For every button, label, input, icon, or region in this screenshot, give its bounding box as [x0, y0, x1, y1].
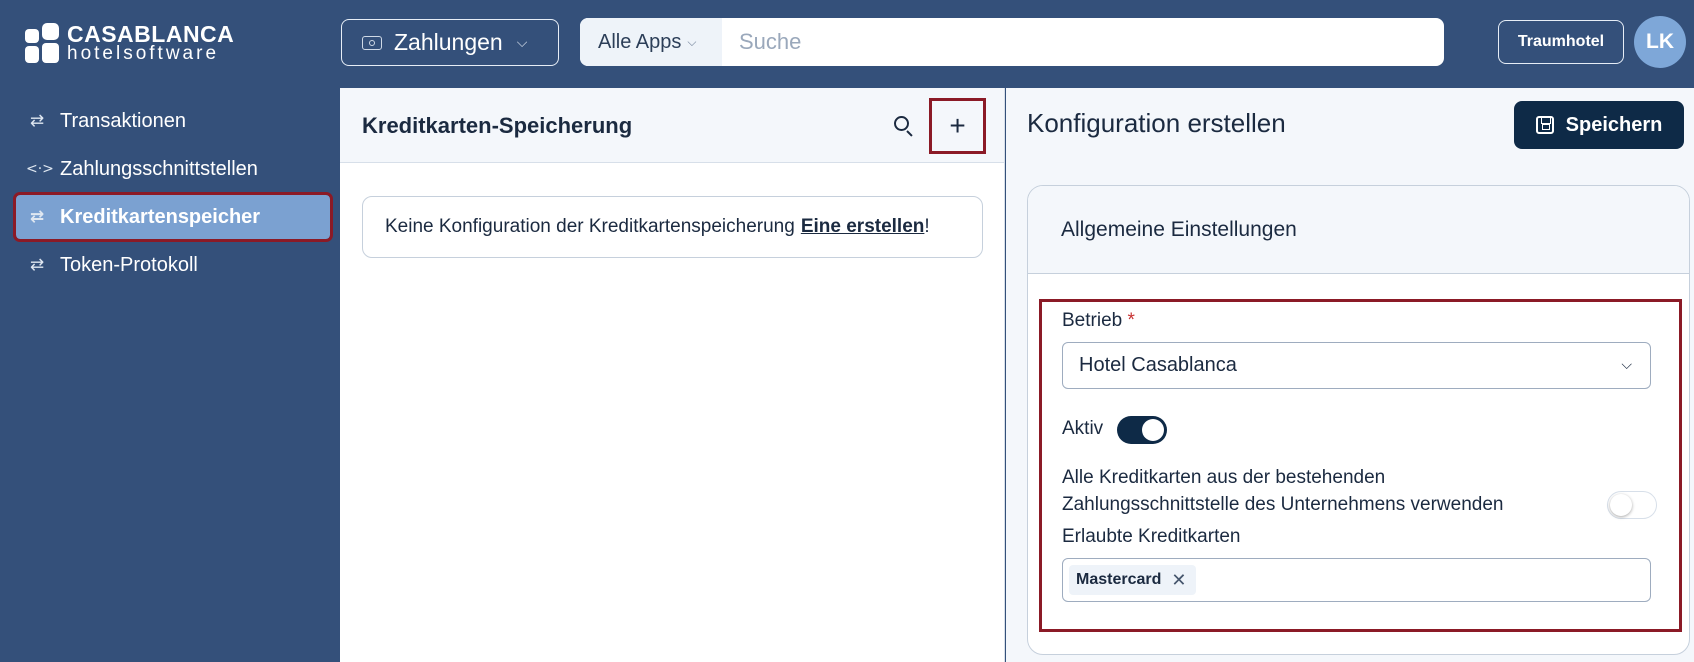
empty-state-suffix: !	[924, 216, 930, 237]
sidebar-item-token-protokoll[interactable]: ⇄ Token-Protokoll	[16, 243, 330, 287]
sidebar-item-kreditkartenspeicher[interactable]: ⇄ Kreditkartenspeicher	[13, 192, 333, 242]
top-bar: CASABLANCA hotelsoftware Zahlungen ⌵ All…	[0, 0, 1694, 88]
casablanca-logo[interactable]: CASABLANCA hotelsoftware	[25, 22, 234, 64]
form-panel-title: Konfiguration erstellen	[1027, 108, 1286, 138]
app-switcher-dropdown[interactable]: Zahlungen ⌵	[341, 19, 559, 66]
hotel-switch-button[interactable]: Traumhotel	[1498, 20, 1624, 64]
sidebar-item-label: Token-Protokoll	[60, 253, 198, 276]
aktiv-label: Aktiv	[1062, 418, 1104, 439]
allowed-cards-label: Erlaubte Kreditkarten	[1062, 526, 1241, 547]
arrows-swap-icon: ⇄	[29, 207, 45, 227]
search-scope-label: Alle Apps	[598, 30, 682, 53]
chevron-down-icon: ⌵	[1621, 356, 1632, 372]
search-input[interactable]	[722, 18, 1444, 66]
code-brackets-icon: <·>	[26, 161, 54, 177]
sidebar-item-label: Zahlungsschnittstellen	[60, 157, 258, 180]
arrows-swap-icon: ⇄	[29, 255, 45, 275]
chevron-down-icon: ⌵	[687, 34, 697, 49]
form-panel: Konfiguration erstellen Speichern Allgem…	[1006, 88, 1694, 662]
empty-state-text: Keine Konfiguration der Kreditkartenspei…	[385, 216, 795, 237]
arrows-swap-icon: ⇄	[29, 111, 45, 131]
betrieb-select[interactable]: Hotel Casablanca ⌵	[1062, 342, 1651, 389]
chevron-down-icon: ⌵	[516, 34, 528, 50]
card-header: Allgemeine Einstellungen	[1028, 186, 1689, 274]
sidebar-item-label: Transaktionen	[60, 109, 186, 132]
sidebar-item-transaktionen[interactable]: ⇄ Transaktionen	[16, 99, 330, 143]
remove-chip-icon[interactable]: ✕	[1171, 570, 1186, 591]
aktiv-toggle[interactable]	[1117, 416, 1167, 444]
section-title: Allgemeine Einstellungen	[1061, 218, 1297, 241]
list-panel: Kreditkarten-Speicherung + Keine Konfigu…	[340, 88, 1005, 662]
betrieb-selected-value: Hotel Casablanca	[1079, 354, 1237, 376]
allowed-cards-multiselect[interactable]: Mastercard ✕	[1062, 558, 1651, 602]
user-avatar[interactable]: LK	[1634, 16, 1686, 68]
add-configuration-button[interactable]: +	[929, 98, 986, 154]
sidebar-item-zahlungsschnittstellen[interactable]: <·> Zahlungsschnittstellen	[16, 147, 330, 191]
search-icon[interactable]	[892, 114, 916, 138]
global-search: Alle Apps ⌵	[580, 18, 1444, 66]
betrieb-label: Betrieb *	[1062, 310, 1135, 331]
plus-icon: +	[949, 110, 966, 141]
required-marker: *	[1127, 310, 1135, 331]
list-panel-title: Kreditkarten-Speicherung	[362, 113, 633, 138]
create-configuration-link[interactable]: Eine erstellen	[801, 216, 925, 238]
logo-text-secondary: hotelsoftware	[67, 43, 220, 64]
settings-form: Betrieb * Hotel Casablanca ⌵ Aktiv Alle …	[1039, 299, 1682, 632]
sidebar-item-label: Kreditkartenspeicher	[60, 205, 261, 228]
logo-mark-icon	[25, 23, 59, 63]
save-button[interactable]: Speichern	[1514, 101, 1684, 149]
general-settings-card: Allgemeine Einstellungen Betrieb * Hotel…	[1027, 185, 1690, 655]
empty-state-message: Keine Konfiguration der Kreditkartenspei…	[362, 196, 983, 258]
all-cards-toggle[interactable]	[1607, 491, 1657, 519]
card-chip-label: Mastercard	[1076, 571, 1162, 588]
save-button-label: Speichern	[1565, 113, 1663, 136]
search-scope-dropdown[interactable]: Alle Apps ⌵	[580, 18, 722, 66]
wallet-icon	[362, 35, 382, 50]
card-chip: Mastercard ✕	[1069, 565, 1197, 595]
list-panel-header: Kreditkarten-Speicherung +	[340, 88, 1004, 163]
app-switcher-label: Zahlungen	[394, 29, 503, 55]
floppy-disk-icon	[1535, 116, 1554, 134]
sidebar: ⇄ Transaktionen <·> Zahlungsschnittstell…	[0, 88, 340, 662]
all-cards-label: Alle Kreditkarten aus der bestehenden Za…	[1062, 467, 1504, 515]
